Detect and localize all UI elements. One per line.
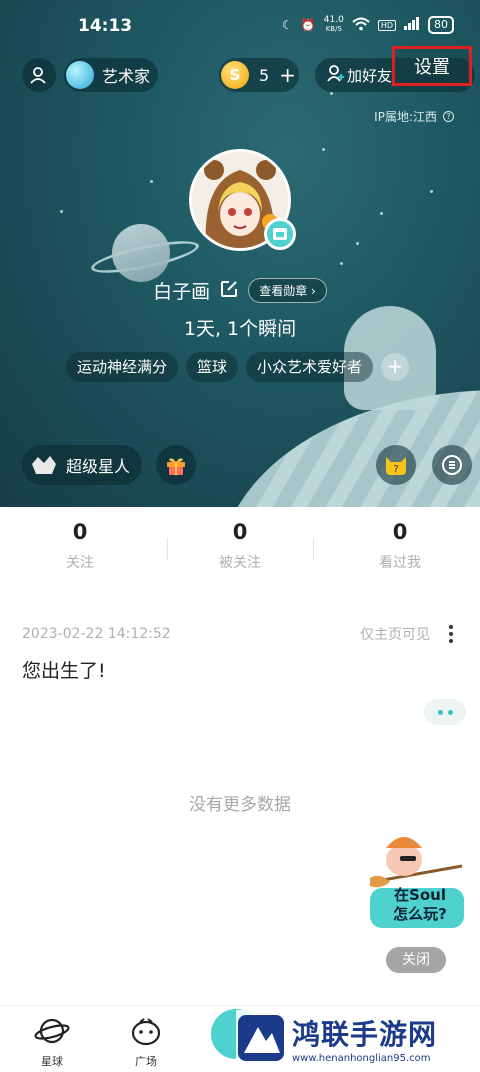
alarm-icon: ⏰ xyxy=(300,18,316,32)
settings-label: 设置 xyxy=(414,57,450,78)
username: 白子画 xyxy=(153,281,211,303)
tag-item[interactable]: 小众艺术爱好者 xyxy=(246,352,374,382)
coin-count: 5 xyxy=(259,65,270,85)
role-tag-button[interactable]: 艺术家 xyxy=(64,58,158,92)
watermark-logo-icon xyxy=(238,1015,284,1061)
moon-icon: ☾ xyxy=(282,18,293,32)
post-timestamp: 2023-02-22 14:12:52 xyxy=(22,626,171,642)
voice-card-icon[interactable] xyxy=(432,445,472,485)
mystery-cat-icon[interactable]: ? xyxy=(376,445,416,485)
chevron-right-icon: › xyxy=(307,284,316,298)
watermark-title: 鸿联手游网 xyxy=(292,1017,438,1051)
planet-decoration xyxy=(112,224,170,282)
post-meta: 2023-02-22 14:12:52 仅主页可见 xyxy=(22,624,454,644)
hd-icon: HD xyxy=(377,19,396,31)
close-button[interactable]: 关闭 xyxy=(386,947,446,973)
network-speed: 41.0 KB/S xyxy=(323,15,344,34)
visitor-icon[interactable] xyxy=(22,58,56,92)
interest-tags: 运动神经满分 篮球 小众艺术爱好者 + xyxy=(66,352,410,382)
tab-square-label: 广场 xyxy=(135,1055,157,1068)
how-to-line1: 在Soul xyxy=(394,886,446,904)
post-comment-button[interactable] xyxy=(424,699,466,725)
stat-followers[interactable]: 0 被关注 xyxy=(160,520,320,572)
super-star-icon xyxy=(30,454,58,476)
tag-item[interactable]: 篮球 xyxy=(186,352,239,382)
gift-icon[interactable] xyxy=(156,445,196,485)
super-star-label: 超级星人 xyxy=(66,457,131,476)
help-icon[interactable]: ? xyxy=(443,111,454,122)
planet-globe-icon xyxy=(66,61,94,89)
super-star-button[interactable]: 超级星人 xyxy=(22,445,142,485)
role-label: 艺术家 xyxy=(102,67,151,86)
more-options-icon[interactable] xyxy=(448,625,454,643)
post-visibility: 仅主页可见 xyxy=(360,627,430,643)
signal-icon xyxy=(404,17,420,33)
svg-text:?: ? xyxy=(393,464,398,475)
coins-button[interactable]: S 5 + xyxy=(219,58,299,92)
battery-indicator: 80 xyxy=(428,16,454,34)
follow-stats: 0 关注 0 被关注 0 看过我 xyxy=(0,520,480,572)
coin-icon: S xyxy=(221,61,249,89)
plus-icon: + xyxy=(279,63,296,87)
view-badges-button[interactable]: 查看勋章 › xyxy=(248,278,327,303)
stat-visitors[interactable]: 0 看过我 xyxy=(320,520,480,572)
square-tab-icon xyxy=(131,1018,161,1046)
feed-end-text: 没有更多数据 xyxy=(189,795,291,815)
divider xyxy=(167,538,168,560)
add-friend-icon xyxy=(327,64,345,86)
stat-following[interactable]: 0 关注 xyxy=(0,520,160,572)
profile-header-background: 14:13 ☾ ⏰ 41.0 KB/S HD 80 艺术家 S 5 + 加好友 … xyxy=(0,0,480,507)
username-row: 白子画 查看勋章 › xyxy=(0,277,480,304)
site-watermark: 鸿联手游网 www.henanhonglian95.com xyxy=(236,1010,476,1066)
planet-tab-icon xyxy=(34,1018,70,1044)
avatar-edit-badge-icon[interactable] xyxy=(264,218,296,250)
divider xyxy=(313,538,314,560)
tab-planet-label: 星球 xyxy=(41,1055,63,1068)
post-text: 您出生了! xyxy=(22,660,106,682)
add-tag-button[interactable]: + xyxy=(381,353,410,381)
tag-item[interactable]: 运动神经满分 xyxy=(66,352,179,382)
edit-icon[interactable] xyxy=(220,280,238,302)
settings-button[interactable]: 设置 xyxy=(392,46,472,86)
tab-planet[interactable]: 星球 xyxy=(22,1016,82,1069)
how-to-play-floating-button[interactable]: 在Soul 怎么玩? xyxy=(366,826,470,930)
wifi-icon xyxy=(352,17,370,34)
watermark-url: www.henanhonglian95.com xyxy=(292,1052,431,1064)
tab-square[interactable]: 广场 xyxy=(116,1016,176,1069)
ip-location: IP属地:江西 ? xyxy=(374,108,454,125)
add-friend-label: 加好友 xyxy=(347,66,393,85)
status-time: 14:13 xyxy=(78,16,133,36)
how-to-line2: 怎么玩? xyxy=(393,905,447,923)
days-moments-summary: 1天, 1个瞬间 xyxy=(183,318,297,340)
